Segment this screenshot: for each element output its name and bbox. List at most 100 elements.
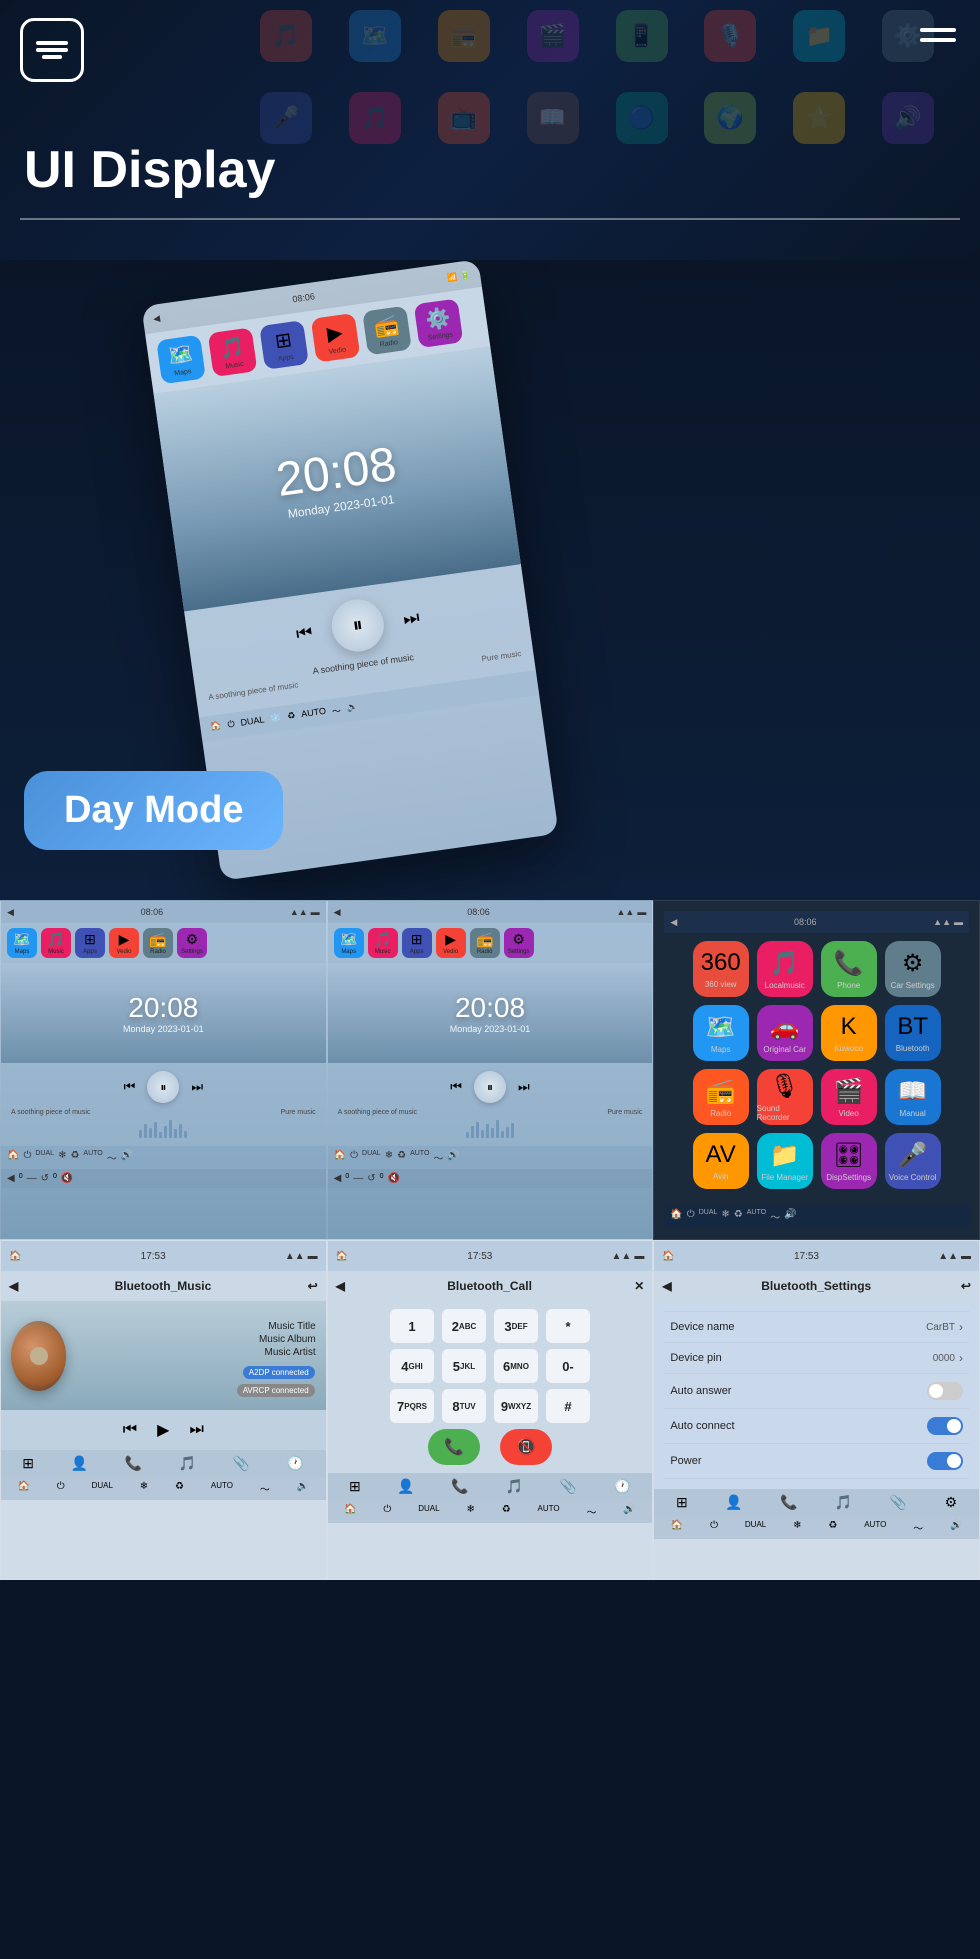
app-filemanager[interactable]: 📁 File Manager [757,1133,813,1189]
dial-2[interactable]: 2ABC [442,1309,486,1343]
card2-video[interactable]: ▶Vedio [436,928,466,958]
btm2-fan[interactable]: ❄ [140,1481,148,1496]
device-name-chevron[interactable]: › [959,1320,963,1334]
bts2-fan[interactable]: ❄ [793,1520,801,1535]
app-radio2[interactable]: 📻 Radio [693,1069,749,1125]
app-voicecontrol[interactable]: 🎤 Voice Control [885,1133,941,1189]
home-icon[interactable]: 🏠 [210,720,223,734]
btm-grid[interactable]: ⊞ [22,1455,34,1472]
c2-ac[interactable]: ♻ [397,1150,406,1165]
c1-vol[interactable]: 🔊 [121,1150,133,1165]
btcall2-vol[interactable]: 🔊 [623,1504,635,1519]
card1-music[interactable]: 🎵Music [41,928,71,958]
card1-back-icon[interactable]: ◀ [7,907,14,918]
btm2-ac[interactable]: ♻ [175,1481,184,1496]
c1-mute[interactable]: 🔇 [61,1173,73,1184]
wind-icon[interactable]: 〜 [331,704,342,718]
nav-apps[interactable]: ⊞ Apps [259,320,309,370]
card3-back-icon[interactable]: ◀ [670,917,677,928]
dial-6[interactable]: 6MNO [494,1349,538,1383]
c1-wind[interactable]: 〜 [107,1150,117,1165]
app-avin[interactable]: AV Avin [693,1133,749,1189]
nav-settings[interactable]: ⚙️ Settings [414,298,464,348]
ac-icon[interactable]: ♻ [287,710,297,724]
volume-icon[interactable]: 🔊 [346,701,359,715]
bts-phone[interactable]: 📞 [780,1494,797,1511]
app-video2[interactable]: 🎬 Video [821,1069,877,1125]
c3-ac[interactable]: ♻ [734,1209,743,1224]
btcall2-ac[interactable]: ♻ [502,1504,511,1519]
dial-5[interactable]: 5JKL [442,1349,486,1383]
btm-clock[interactable]: 🕐 [287,1455,304,1472]
btcall-music[interactable]: 🎵 [505,1478,522,1495]
app-360view[interactable]: 360 360 view [693,941,749,997]
app-carsettings[interactable]: ⚙ Car Settings [885,941,941,997]
card2-prev[interactable]: ⏮ [450,1079,462,1095]
btcall2-fan[interactable]: ❄ [466,1504,474,1519]
btcall2-home[interactable]: 🏠 [344,1504,356,1519]
nav-video[interactable]: ▶ Vedio [311,313,361,363]
card1-play[interactable]: ⏸ [147,1071,179,1103]
c3-power[interactable]: ⏻ [687,1209,695,1224]
c3-fan[interactable]: ❄ [721,1209,729,1224]
power-icon[interactable]: ⏻ [227,719,236,733]
btm-phone[interactable]: 📞 [125,1455,142,1472]
c2-back[interactable]: ◀ [334,1173,342,1184]
next-icon[interactable]: ⏭ [402,606,421,629]
c2-home[interactable]: 🏠 [334,1150,346,1165]
btcall-clip[interactable]: 📎 [560,1478,577,1495]
card2-settings[interactable]: ⚙Settings [504,928,534,958]
app-soundrec[interactable]: 🎙 Sound Recorder [757,1069,813,1125]
dial-7[interactable]: 7PQRS [390,1389,434,1423]
btcall2-wind[interactable]: 〜 [587,1504,597,1519]
card2-maps[interactable]: 🗺️Maps [334,928,364,958]
power-toggle[interactable] [927,1452,963,1470]
btm2-wind[interactable]: 〜 [260,1481,270,1496]
c2-sw[interactable]: ↺ [367,1173,375,1184]
bt-music-back-arrow[interactable]: ◀ [9,1279,18,1293]
play-pause-button[interactable]: ⏸ [328,596,387,655]
btm2-power[interactable]: ⏻ [57,1481,65,1496]
card1-radio[interactable]: 📻Radio [143,928,173,958]
dial-4[interactable]: 4GHI [390,1349,434,1383]
c1-back[interactable]: ◀ [7,1173,15,1184]
bts2-wind[interactable]: 〜 [913,1520,923,1535]
dial-0dash[interactable]: 0- [546,1349,590,1383]
dial-hash[interactable]: # [546,1389,590,1423]
dial-9[interactable]: 9WXYZ [494,1389,538,1423]
btm2-vol[interactable]: 🔊 [297,1481,309,1496]
bt-next-btn[interactable]: ⏭ [189,1421,203,1439]
card1-maps[interactable]: 🗺️Maps [7,928,37,958]
app-originalcar[interactable]: 🚗 Original Car [757,1005,813,1061]
btcall-phone[interactable]: 📞 [451,1478,468,1495]
card2-next[interactable]: ⏭ [518,1079,530,1095]
bt-music-back[interactable]: 🏠 [9,1251,21,1262]
app-kuwooo[interactable]: K Kuwooo [821,1005,877,1061]
btm-music2[interactable]: 🎵 [179,1455,196,1472]
hamburger-menu[interactable] [920,28,956,42]
bts-person[interactable]: 👤 [725,1494,742,1511]
bt-prev-btn[interactable]: ⏮ [123,1421,137,1439]
c2-vol[interactable]: 🔊 [447,1150,459,1165]
nav-maps[interactable]: 🗺️ Maps [156,335,206,385]
c3-wind[interactable]: 〜 [770,1209,780,1224]
app-dispsettings[interactable]: 🎛 DispSettings [821,1133,877,1189]
bt-settings-return[interactable]: ↩ [961,1279,971,1293]
card1-apps[interactable]: ⊞Apps [75,928,105,958]
card2-back-icon[interactable]: ◀ [334,907,341,918]
app-localmusic[interactable]: 🎵 Localmusic [757,941,813,997]
bts2-power[interactable]: ⏻ [710,1520,718,1535]
btcall-person[interactable]: 👤 [397,1478,414,1495]
auto-connect-toggle[interactable] [927,1417,963,1435]
bt-call-home[interactable]: 🏠 [336,1251,348,1262]
nav-radio[interactable]: 📻 Radio [362,306,412,356]
bts2-vol[interactable]: 🔊 [950,1520,962,1535]
bt-call-x[interactable]: ✕ [634,1279,644,1293]
bts2-ac[interactable]: ♻ [828,1520,837,1535]
nav-music[interactable]: 🎵 Music [208,327,258,377]
call-reject-btn[interactable]: 📵 [500,1429,552,1465]
dial-3[interactable]: 3DEF [494,1309,538,1343]
dial-8[interactable]: 8TUV [442,1389,486,1423]
btm2-home[interactable]: 🏠 [17,1481,29,1496]
fan-icon[interactable]: ❄️ [270,712,283,726]
